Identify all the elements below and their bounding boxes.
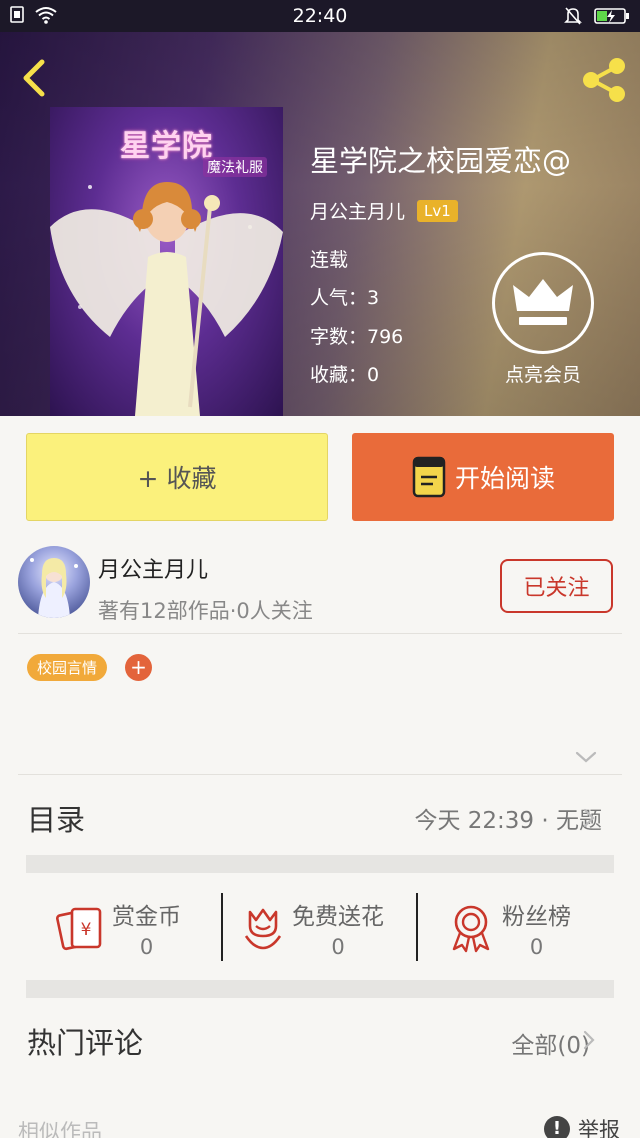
- reward-flowers-label: 免费送花: [292, 904, 384, 930]
- author-name[interactable]: 月公主月儿: [98, 552, 208, 584]
- reward-fan-ranking[interactable]: 粉丝榜 0: [448, 893, 571, 963]
- reward-flowers-count: 0: [331, 935, 345, 959]
- divider: [18, 774, 622, 775]
- alert-icon: !: [544, 1116, 570, 1138]
- follow-button[interactable]: 已关注: [500, 559, 613, 613]
- add-tag-button[interactable]: +: [125, 654, 152, 681]
- book-author-row: 月公主月儿 Lv1: [310, 197, 458, 224]
- collect-button[interactable]: + 收藏: [26, 433, 328, 521]
- vip-button[interactable]: 点亮会员: [492, 252, 594, 387]
- book-icon: [412, 456, 446, 498]
- award-ribbon-icon: [452, 905, 490, 953]
- svg-text:¥: ¥: [81, 920, 92, 940]
- flower-icon: [244, 908, 282, 950]
- cover-subtitle: 魔法礼服: [203, 157, 267, 177]
- chevron-right-icon: [583, 808, 595, 828]
- share-button[interactable]: [578, 54, 630, 106]
- start-reading-button[interactable]: 开始阅读: [352, 433, 614, 521]
- latest-chapter[interactable]: 今天 22:39 · 无题: [414, 801, 602, 835]
- book-cover[interactable]: 星学院 魔法礼服: [50, 107, 283, 416]
- serial-status: 连载: [310, 249, 349, 271]
- reward-fan-ranking-count: 0: [529, 935, 544, 959]
- crown-icon: [513, 279, 573, 325]
- reward-flowers[interactable]: 免费送花 0: [242, 893, 384, 963]
- vertical-divider: [416, 893, 418, 961]
- author-avatar[interactable]: [18, 546, 90, 618]
- chevron-left-icon: [23, 59, 45, 97]
- avatar-illustration: [30, 558, 78, 618]
- tag-campus-romance[interactable]: 校园言情: [27, 654, 108, 681]
- report-button[interactable]: ! 举报: [544, 1114, 620, 1138]
- author-meta: 著有12部作品·0人关注: [98, 599, 313, 623]
- chevron-down-icon: [575, 751, 597, 763]
- book-header: 星学院 魔法礼服 星学院之校园爱恋@ 月公主月儿 Lv1 连载 人气：3 字数：…: [0, 32, 640, 416]
- vip-label: 点亮会员: [504, 364, 581, 386]
- reward-fan-ranking-label: 粉丝榜: [502, 904, 571, 930]
- share-icon: [583, 58, 625, 102]
- catalog-label[interactable]: 目录: [27, 797, 85, 839]
- expand-button[interactable]: [574, 748, 598, 766]
- chevron-right-icon: [583, 1030, 595, 1050]
- mute-bell-icon: [564, 7, 582, 25]
- all-comments-link[interactable]: 全部(0): [511, 1026, 590, 1060]
- hot-comments-label: 热门评论: [27, 1026, 144, 1060]
- start-reading-label: 开始阅读: [454, 464, 555, 493]
- word-count-stat: 字数：796: [310, 326, 404, 348]
- reward-coins[interactable]: ¥ 赏金币 0: [56, 893, 181, 963]
- vip-badge: [492, 252, 594, 354]
- reward-coins-label: 赏金币: [112, 904, 181, 930]
- similar-works-label: 相似作品: [18, 1120, 102, 1138]
- back-button[interactable]: [16, 56, 52, 100]
- level-badge: Lv1: [417, 199, 458, 222]
- status-bar: 22:40: [0, 0, 640, 32]
- popularity-stat: 人气：3: [310, 287, 380, 309]
- book-title: 星学院之校园爱恋@: [310, 144, 572, 178]
- section-separator: [26, 855, 614, 873]
- section-separator: [26, 980, 614, 998]
- report-label: 举报: [578, 1118, 620, 1138]
- favorites-stat: 收藏：0: [310, 364, 380, 386]
- red-envelope-icon: ¥: [56, 907, 102, 951]
- divider: [18, 633, 622, 634]
- vertical-divider: [221, 893, 223, 961]
- reward-coins-count: 0: [139, 935, 154, 959]
- book-author[interactable]: 月公主月儿: [310, 197, 405, 224]
- battery-charging-icon: [594, 8, 629, 24]
- clock: 22:40: [292, 5, 348, 27]
